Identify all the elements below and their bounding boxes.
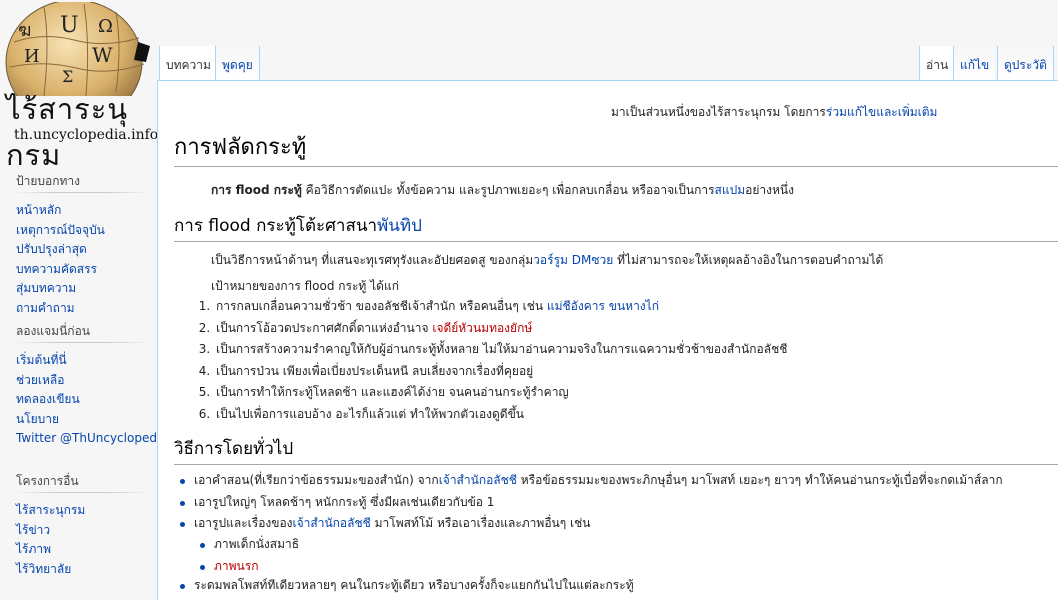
site-notice: มาเป็นส่วนหนึ่งของไร้สาระนุกรม โดยการร่ว…: [611, 103, 937, 122]
sidebar-portal-participate: ลองแจมนี่ก่อน เริ่มต้นที่นี่ ช่วยเหลือ ท…: [0, 320, 168, 470]
goals-intro: เป้าหมายของการ flood กระทู้ ได้แก่: [211, 279, 399, 293]
list-item: ภาพเด็กนั่งสมาธิ: [194, 534, 299, 556]
abbot-link[interactable]: เจ้าสำนักอลัชชี: [293, 516, 371, 530]
goal-text: การกลบเกลื่อนความชั่วช้า ของอลัชชีเจ้าสำ…: [216, 299, 547, 313]
method-text: ระดมพลโพสท์ทีเดียวหลายๆ คนในกระทู้เดียว …: [194, 578, 634, 592]
sidebar-item-random[interactable]: สุ่มบทความ: [16, 281, 76, 295]
list-item: ระดมพลโพสท์ทีเดียวหลายๆ คนในกระทู้เดียว …: [174, 575, 634, 597]
list-item: การกลบเกลื่อนความชั่วช้า ของอลัชชีเจ้าสำ…: [214, 296, 787, 318]
section1-paragraph: เป็นวิธีการหน้าด้านๆ ที่แสนจะทุเรศทุรังแ…: [211, 251, 883, 270]
sidebar-item-unimages[interactable]: ไร้ภาพ: [16, 542, 51, 556]
sidebar-portal-navigation: ป้ายบอกทาง หน้าหลัก เหตุการณ์ปัจจุบัน ปร…: [0, 170, 157, 320]
sidebar-item-main-page[interactable]: หน้าหลัก: [16, 203, 61, 217]
intro-suffix: อย่างหนึ่ง: [745, 183, 794, 197]
goals-list: การกลบเกลื่อนความชั่วช้า ของอลัชชีเจ้าสำ…: [174, 296, 787, 425]
section-heading-text: การ flood กระทู้โต้ะศาสนา: [174, 216, 378, 236]
list-item: เป็นไปเพื่อการแอบอ้าง อะไรก็แล้วแต่ ทำให…: [214, 404, 787, 426]
logo-domain: th.uncyclopedia.info: [14, 127, 159, 143]
goal-link[interactable]: แม่ชีอังคาร ขนหางไก่: [547, 299, 659, 313]
sidebar-heading: โครงการอื่น: [16, 474, 79, 488]
sidebar-heading: ลองแจมนี่ก่อน: [16, 324, 90, 338]
method-text: มาโพสท์โม้ หรือเอาเรื่องและภาพอื่นๆ เช่น: [370, 516, 591, 530]
tab-talk[interactable]: พูดคุย: [215, 46, 260, 80]
sub-text: ภาพเด็กนั่งสมาธิ: [214, 537, 300, 551]
intro-paragraph: การ flood กระทู้ คือวิธีการตัดแปะ ทั้งข้…: [211, 181, 794, 200]
method-text: เอารูปและเรื่องของ: [194, 516, 293, 530]
tab-article[interactable]: บทความ: [159, 46, 217, 80]
site-notice-text: มาเป็นส่วนหนึ่งของไร้สาระนุกรม โดยการ: [611, 105, 826, 119]
sidebar-item-sandbox[interactable]: ทดลองเขียน: [16, 392, 80, 406]
goal-text: เป็นการโอ้อวดประกาศศักดิ์ดาแห่งอำนาจ: [216, 320, 433, 335]
globe-glyph: Ʃ: [62, 67, 73, 86]
intro-text: คือวิธีการตัดแปะ ทั้งข้อความ และรูปภาพเย…: [301, 183, 715, 197]
sidebar: ป้ายบอกทาง หน้าหลัก เหตุการณ์ปัจจุบัน ปร…: [0, 170, 168, 579]
method-text: หรือข้อธรรมมะของพระภิกษุอื่นๆ มาโพสท์ เย…: [516, 473, 1003, 487]
section1-suffix: ที่ไม่สามารถจะให้เหตุผลอ้างอิงในการตอบคำ…: [613, 253, 884, 267]
sidebar-item-help[interactable]: ช่วยเหลือ: [16, 373, 65, 387]
list-item: เป็นการป่วน เพียงเพื่อเบี่ยงประเด็นหนี ล…: [214, 361, 787, 383]
page-title: การฟลัดกระทู้: [174, 129, 1058, 167]
sidebar-item-start-here[interactable]: เริ่มต้นที่นี่: [16, 353, 67, 367]
sidebar-item-unnews[interactable]: ไร้ข่าว: [16, 523, 50, 537]
sidebar-item-uncyclopedia[interactable]: ไร้สาระนุกรม: [16, 503, 85, 517]
tab-read[interactable]: อ่าน: [919, 46, 955, 80]
sidebar-heading: ป้ายบอกทาง: [16, 174, 80, 188]
section1-text: เป็นวิธีการหน้าด้านๆ ที่แสนจะทุเรศทุรังแ…: [211, 253, 534, 267]
intro-bold: การ flood กระทู้: [211, 183, 302, 197]
site-logo[interactable]: ฆ U Ω И W Ʃ ไร้สาระนุกรม th.uncyclopedia…: [0, 0, 159, 172]
sidebar-portal-projects: โครงการอื่น ไร้สาระนุกรม ไร้ข่าว ไร้ภาพ …: [0, 470, 157, 579]
section-heading-pantip: การ flood กระทู้โต้ะศาสนาพันทิป: [174, 212, 1058, 242]
list-item: เอาคำสอน(ที่เรียกว่าข้อธรรมมะของสำนัก) จ…: [174, 470, 1003, 492]
spam-link[interactable]: สแปม: [715, 183, 746, 197]
methods-list-cont: ระดมพลโพสท์ทีเดียวหลายๆ คนในกระทู้เดียว …: [174, 575, 634, 597]
sidebar-item-recent-changes[interactable]: ปรับปรุงล่าสุด: [16, 242, 87, 256]
globe-glyph: ฆ: [18, 20, 31, 41]
globe-glyph: U: [60, 13, 79, 38]
goal-redlink[interactable]: เจดีย์หัวนมทองยักษ์: [432, 321, 532, 335]
method-text: เอารูปใหญ่ๆ โหลดช้าๆ หนักกระทู้ ซึ่งมีผล…: [194, 494, 495, 509]
main-content: มาเป็นส่วนหนึ่งของไร้สาระนุกรม โดยการร่ว…: [157, 80, 1058, 600]
methods-sublist: ภาพเด็กนั่งสมาธิ ภาพนรก: [194, 534, 299, 577]
tab-history[interactable]: ดูประวัติ: [997, 46, 1054, 80]
goal-text: เป็นการป่วน เพียงเพื่อเบี่ยงประเด็นหนี ล…: [216, 363, 534, 378]
globe-glyph: W: [92, 43, 113, 67]
goal-text: เป็นการสร้างความรำคาญให้กับผู้อ่านกระทู้…: [216, 342, 788, 356]
site-notice-link[interactable]: ร่วมแก้ไขและเพิ่มเติม: [826, 105, 938, 119]
sidebar-item-current-events[interactable]: เหตุการณ์ปัจจุบัน: [16, 223, 105, 237]
globe-glyph: И: [24, 46, 40, 67]
hell-image-redlink[interactable]: ภาพนรก: [214, 559, 258, 573]
sidebar-item-policy[interactable]: นโยบาย: [16, 412, 59, 426]
goal-text: เป็นไปเพื่อการแอบอ้าง อะไรก็แล้วแต่ ทำให…: [216, 406, 525, 421]
sidebar-item-ask[interactable]: ถามคำถาม: [16, 301, 75, 315]
tab-edit[interactable]: แก้ไข: [953, 46, 996, 80]
warroom-link[interactable]: วอร์รูม DMซวย: [533, 253, 613, 267]
sidebar-item-uncollege[interactable]: ไร้วิทยาลัย: [16, 562, 71, 576]
sidebar-item-twitter[interactable]: Twitter @ThUncyclopedia: [16, 431, 168, 445]
goal-text: เป็นการทำให้กระทู้โหลดช้า และแฮงค์ได้ง่า…: [216, 385, 569, 399]
globe-glyph: Ω: [98, 16, 113, 37]
puzzle-globe-logo: ฆ U Ω И W Ʃ: [5, 2, 150, 96]
list-item: ภาพนรก: [194, 556, 299, 578]
method-text: เอาคำสอน(ที่เรียกว่าข้อธรรมมะของสำนัก) จ…: [194, 473, 439, 487]
sidebar-item-featured[interactable]: บทความคัดสรร: [16, 262, 97, 276]
methods-list: เอาคำสอน(ที่เรียกว่าข้อธรรมมะของสำนัก) จ…: [174, 470, 1003, 535]
list-item: เอารูปใหญ่ๆ โหลดช้าๆ หนักกระทู้ ซึ่งมีผล…: [174, 492, 1003, 514]
section-heading-methods: วิธีการโดยทั่วไป: [174, 435, 1058, 465]
list-item: เป็นการสร้างความรำคาญให้กับผู้อ่านกระทู้…: [214, 339, 787, 361]
list-item: เป็นการโอ้อวดประกาศศักดิ์ดาแห่งอำนาจ เจด…: [214, 318, 787, 340]
abbot-link[interactable]: เจ้าสำนักอลัชชี: [439, 473, 517, 487]
list-item: เอารูปและเรื่องของเจ้าสำนักอลัชชี มาโพสท…: [174, 513, 1003, 535]
list-item: เป็นการทำให้กระทู้โหลดช้า และแฮงค์ได้ง่า…: [214, 382, 787, 404]
pantip-link[interactable]: พันทิป: [377, 216, 422, 236]
